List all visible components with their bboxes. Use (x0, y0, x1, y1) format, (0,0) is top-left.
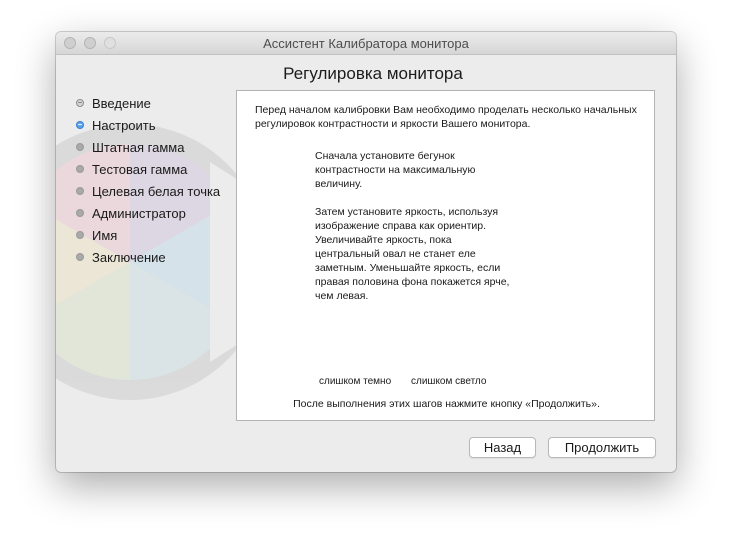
back-button[interactable]: Назад (469, 437, 536, 458)
brightness-instruction: Затем установите яркость, используя изоб… (315, 206, 510, 302)
step-pending-icon (76, 165, 84, 173)
intro-text: Перед началом калибровки Вам необходимо … (255, 104, 637, 130)
step-name: Имя (76, 224, 220, 246)
step-target-gamma: Тестовая гамма (76, 158, 220, 180)
contrast-instruction: Сначала установите бегунок контрастности… (315, 150, 476, 190)
too-bright-label: слишком светло (411, 376, 487, 387)
step-label: Имя (92, 227, 118, 243)
step-label: Администратор (92, 205, 186, 221)
step-intro: Введение (76, 92, 220, 114)
continue-hint: После выполнения этих шагов нажмите кноп… (293, 398, 600, 410)
step-label: Введение (92, 95, 151, 111)
page-title: Регулировка монитора (283, 64, 463, 83)
content-panel: Перед началом калибровки Вам необходимо … (236, 90, 655, 421)
step-label: Целевая белая точка (92, 183, 221, 199)
step-done-icon (76, 99, 84, 107)
step-current-icon (76, 121, 84, 129)
step-pending-icon (76, 209, 84, 217)
continue-button[interactable]: Продолжить (548, 437, 656, 458)
step-pending-icon (76, 143, 84, 151)
step-admin: Администратор (76, 202, 220, 224)
step-label: Тестовая гамма (92, 161, 188, 177)
title-bar[interactable]: Ассистент Калибратора монитора (56, 32, 676, 55)
step-setup: Настроить (76, 114, 220, 136)
step-native-gamma: Штатная гамма (76, 136, 220, 158)
step-pending-icon (76, 187, 84, 195)
step-pending-icon (76, 253, 84, 261)
step-white-point: Целевая белая точка (76, 180, 220, 202)
step-label: Заключение (92, 249, 166, 265)
step-label: Настроить (92, 117, 156, 133)
calibrator-window: Ассистент Калибратора монитора Регулиров… (56, 32, 676, 472)
step-label: Штатная гамма (92, 139, 185, 155)
step-pending-icon (76, 231, 84, 239)
window-title: Ассистент Калибратора монитора (263, 36, 469, 51)
step-conclusion: Заключение (76, 246, 220, 268)
too-dark-label: слишком темно (319, 376, 392, 387)
steps-list: Введение Настроить Штатная гамма Тестова… (76, 92, 220, 268)
